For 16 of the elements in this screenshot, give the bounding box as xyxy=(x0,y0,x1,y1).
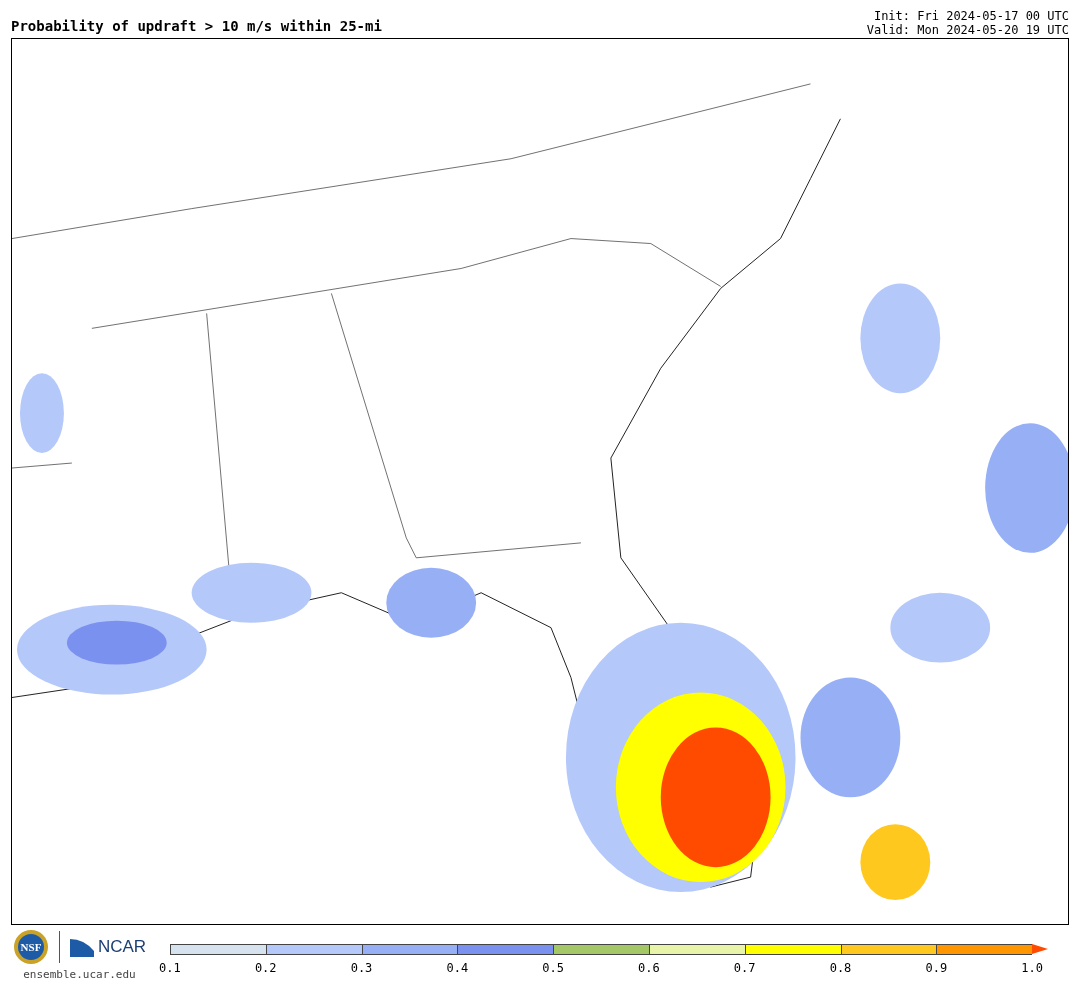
chart-title: Probability of updraft > 10 m/s within 25-mi xyxy=(11,18,382,36)
colorbar-tick-label: 0.5 xyxy=(541,961,565,975)
valid-time: Valid: Mon 2024-05-20 19 UTC xyxy=(866,23,1069,37)
ncar-logo-text: NCAR xyxy=(97,937,147,957)
website-url: ensemble.ucar.edu xyxy=(23,968,136,981)
colorbar-tick-label: 1.0 xyxy=(1020,961,1044,975)
colorbar-tick-label: 0.2 xyxy=(253,961,278,975)
colorbar-tick-label: 0.4 xyxy=(445,961,470,975)
colorbar-tick-label: 0.9 xyxy=(924,961,949,975)
colorbar-tick-label: 0.3 xyxy=(349,961,374,975)
colorbar-tick-label: 0.7 xyxy=(732,961,757,975)
colorbar-tick-label: 0.6 xyxy=(637,961,661,975)
init-time: Init: Fri 2024-05-17 00 UTC xyxy=(873,9,1069,23)
ncar-swoosh-icon xyxy=(69,937,94,957)
nsf-logo: NSF xyxy=(12,929,49,965)
colorbar-tick-label: 0.8 xyxy=(828,961,853,975)
